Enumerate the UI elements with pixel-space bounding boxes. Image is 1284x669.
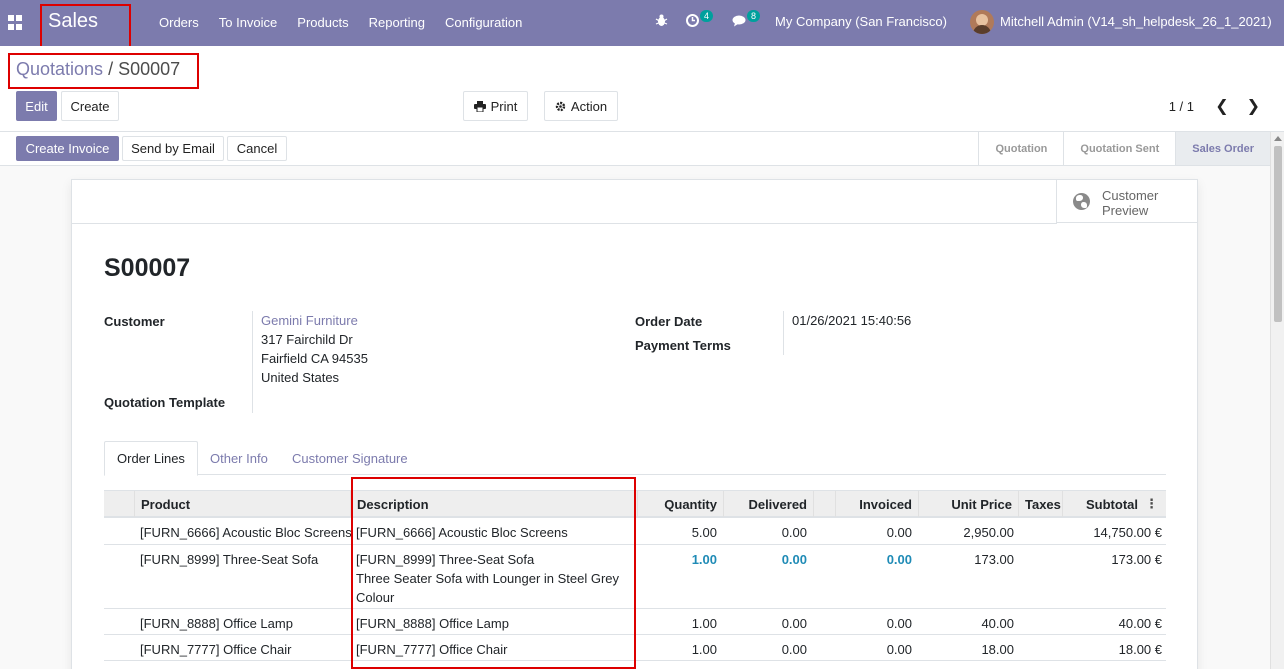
cell-delivered: 0.00 — [781, 552, 807, 567]
optional-columns-icon[interactable]: ⋮ — [1145, 496, 1158, 512]
header-spacer — [813, 491, 835, 517]
menu-products[interactable]: Products — [297, 15, 348, 30]
payment-terms-label: Payment Terms — [635, 338, 731, 353]
cell-unit-price: 18.00 — [981, 642, 1014, 657]
company-switcher[interactable]: My Company (San Francisco) — [775, 14, 947, 29]
customer-preview-button[interactable]: Customer Preview — [1056, 180, 1197, 223]
order-date-label: Order Date — [635, 314, 703, 329]
control-panel: Quotations / S00007 Edit Create Print Ac… — [0, 46, 1284, 132]
cell-delivered: 0.00 — [781, 525, 807, 540]
customer-label: Customer — [104, 314, 165, 329]
stage-quotation-sent[interactable]: Quotation Sent — [1063, 132, 1175, 165]
annotation-box-brand — [40, 4, 131, 48]
message-badge: 8 — [747, 9, 761, 22]
cell-product: [FURN_8999] Three-Seat Sofa — [140, 552, 319, 567]
cell-quantity: 1.00 — [691, 552, 717, 567]
chevron-right-icon[interactable]: ❯ — [1247, 96, 1260, 116]
address-line-1: 317 Fairchild Dr — [261, 332, 353, 347]
gear-icon — [555, 101, 566, 111]
page-title: S00007 — [104, 254, 191, 282]
menu-reporting[interactable]: Reporting — [369, 15, 425, 30]
main-menu: Orders To Invoice Products Reporting Con… — [159, 15, 522, 30]
cell-quantity: 1.00 — [691, 616, 717, 631]
stage-pipeline: Quotation Quotation Sent Sales Order — [978, 132, 1270, 165]
cell-subtotal: 18.00 € — [1118, 642, 1162, 657]
comments-icon — [732, 15, 746, 27]
stage-quotation[interactable]: Quotation — [978, 132, 1063, 165]
field-divider — [783, 311, 784, 355]
tab-order-lines[interactable]: Order Lines — [104, 441, 198, 476]
activity-menu[interactable]: 4 — [686, 9, 714, 27]
cell-unit-price: 40.00 — [981, 616, 1014, 631]
cell-subtotal: 14,750.00 € — [1093, 525, 1162, 540]
cell-product: [FURN_7777] Office Chair — [140, 642, 292, 657]
print-button[interactable]: Print — [463, 91, 528, 121]
print-label: Print — [490, 98, 518, 114]
annotation-box-breadcrumb — [8, 53, 199, 89]
field-divider — [252, 311, 253, 413]
sheet-divider — [72, 223, 1057, 224]
status-bar: Create Invoice Send by Email Cancel Quot… — [0, 132, 1270, 166]
chevron-left-icon[interactable]: ❮ — [1215, 96, 1228, 116]
user-avatar[interactable] — [970, 10, 994, 34]
action-button[interactable]: Action — [544, 91, 618, 121]
create-invoice-button[interactable]: Create Invoice — [16, 136, 119, 161]
customer-name-link[interactable]: Gemini Furniture — [261, 311, 368, 330]
globe-icon — [1073, 193, 1090, 210]
cell-delivered: 0.00 — [781, 616, 807, 631]
notebook-tabs: Order Lines Other Info Customer Signatur… — [104, 441, 1166, 476]
menu-orders[interactable]: Orders — [159, 15, 199, 30]
scroll-up-icon[interactable] — [1274, 136, 1282, 141]
send-email-button[interactable]: Send by Email — [122, 136, 224, 161]
cell-quantity: 1.00 — [691, 642, 717, 657]
cell-subtotal: 173.00 € — [1111, 552, 1162, 567]
action-label: Action — [570, 98, 608, 114]
cell-subtotal: 40.00 € — [1118, 616, 1162, 631]
header-taxes[interactable]: Taxes — [1018, 491, 1062, 517]
header-unit-price[interactable]: Unit Price — [918, 491, 1018, 517]
cell-invoiced: 0.00 — [886, 525, 912, 540]
tab-other-info[interactable]: Other Info — [198, 441, 280, 475]
address-line-3: United States — [261, 370, 340, 385]
create-button[interactable]: Create — [61, 91, 119, 121]
quotation-template-label: Quotation Template — [104, 395, 226, 410]
tab-customer-signature[interactable]: Customer Signature — [280, 441, 420, 475]
bug-icon[interactable] — [655, 14, 668, 27]
customer-preview-label: Customer Preview — [1102, 188, 1159, 218]
header-delivered[interactable]: Delivered — [723, 491, 813, 517]
pager-value[interactable]: 1 / 1 — [1169, 99, 1194, 114]
header-invoiced[interactable]: Invoiced — [835, 491, 918, 517]
header-quantity[interactable]: Quantity — [637, 491, 723, 517]
messaging-menu[interactable]: 8 — [732, 9, 761, 27]
print-icon — [473, 100, 486, 112]
scrollbar[interactable] — [1270, 132, 1284, 669]
activity-badge: 4 — [700, 9, 714, 22]
order-date-value: 01/26/2021 15:40:56 — [792, 313, 912, 328]
apps-grid-icon[interactable] — [8, 15, 24, 31]
cell-unit-price: 2,950.00 — [963, 525, 1014, 540]
top-navbar: Sales Orders To Invoice Products Reporti… — [0, 0, 1284, 48]
cell-delivered: 0.00 — [781, 642, 807, 657]
edit-button[interactable]: Edit — [16, 91, 57, 121]
user-menu[interactable]: Mitchell Admin (V14_sh_helpdesk_26_1_202… — [1000, 14, 1272, 29]
cell-invoiced: 0.00 — [886, 642, 912, 657]
menu-configuration[interactable]: Configuration — [445, 15, 522, 30]
cell-quantity: 5.00 — [691, 525, 717, 540]
clock-icon — [686, 14, 699, 27]
pager-arrows: ❮ ❯ — [1215, 96, 1260, 116]
cell-product: [FURN_8888] Office Lamp — [140, 616, 293, 631]
cell-invoiced: 0.00 — [886, 616, 912, 631]
cell-product: [FURN_6666] Acoustic Bloc Screens — [140, 525, 352, 540]
cell-invoiced: 0.00 — [886, 552, 912, 567]
annotation-box-description — [351, 477, 636, 669]
cell-unit-price: 173.00 — [974, 552, 1014, 567]
menu-to-invoice[interactable]: To Invoice — [219, 15, 278, 30]
scrollbar-thumb[interactable] — [1274, 146, 1282, 322]
address-line-2: Fairfield CA 94535 — [261, 351, 368, 366]
cancel-button[interactable]: Cancel — [227, 136, 287, 161]
stage-sales-order[interactable]: Sales Order — [1175, 132, 1270, 165]
customer-address: Gemini Furniture 317 Fairchild Dr Fairfi… — [261, 311, 368, 387]
header-product[interactable]: Product — [134, 491, 350, 517]
